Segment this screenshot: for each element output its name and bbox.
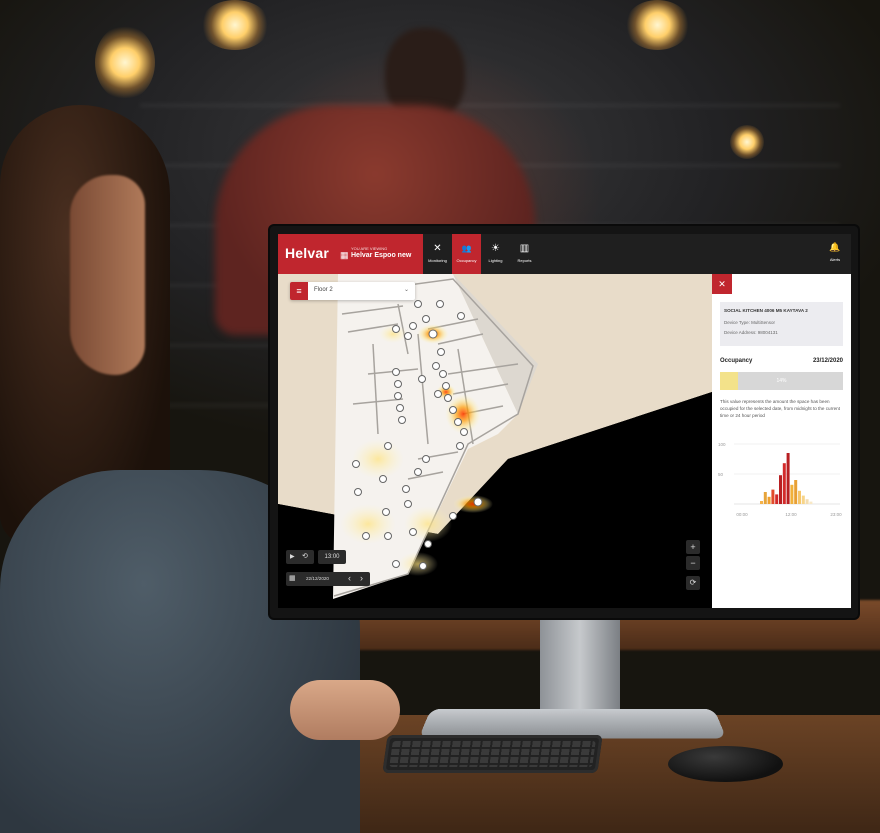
- nav-monitoring[interactable]: ✕ Monitoring: [423, 234, 452, 274]
- next-day-icon[interactable]: ›: [360, 573, 363, 583]
- site-menu-icon[interactable]: ▦: [340, 250, 349, 261]
- menu-icon[interactable]: ≡: [290, 282, 308, 300]
- nav-lighting[interactable]: ☀ Lighting: [481, 234, 510, 274]
- x-tick-label: 12:00: [785, 512, 797, 517]
- occupancy-bar-mark: [779, 475, 782, 504]
- alerts-label: Alerts: [829, 257, 841, 262]
- woman-face: [70, 175, 145, 375]
- nav-label: Occupancy: [456, 258, 477, 263]
- device-info-card: SOCIAL KITCHEN 4006 M5 KAYTAVA 2 Device …: [720, 302, 843, 346]
- occupancy-bar-mark: [786, 453, 790, 504]
- nav-reports[interactable]: ▥ Reports: [510, 234, 539, 274]
- occupancy-description: This value represents the amount the spa…: [720, 399, 841, 418]
- occupancy-label: Occupancy: [720, 358, 753, 364]
- occupancy-bar-mark: [798, 490, 801, 504]
- occupancy-bar-mark: [790, 484, 794, 504]
- alerts-button[interactable]: 🔔 Alerts: [825, 242, 845, 262]
- occupancy-bar-mark: [782, 463, 786, 504]
- helvar-app-screen: Helvar ▦ YOU ARE VIEWING Helvar Espoo ne…: [278, 234, 851, 608]
- occupancy-bar-mark: [775, 494, 779, 504]
- occupancy-bar: 14%: [720, 372, 843, 390]
- device-name: SOCIAL KITCHEN 4006 M5 KAYTAVA 2: [724, 308, 808, 313]
- zoom-in-button[interactable]: +: [686, 540, 700, 554]
- occupancy-percent: 14%: [776, 378, 787, 384]
- history-icon[interactable]: ⟲: [302, 552, 308, 560]
- helvar-logo: Helvar: [285, 245, 330, 261]
- people-icon: 👥: [461, 244, 472, 253]
- monitor-stand: [540, 612, 620, 722]
- zone-name: Floor 2: [314, 287, 333, 293]
- nav-label: Reports: [517, 258, 532, 263]
- play-icon[interactable]: ▶: [290, 553, 295, 560]
- tools-icon: ✕: [433, 243, 442, 254]
- x-tick-label: 23:00: [830, 512, 842, 517]
- nav-label: Monitoring: [428, 258, 447, 263]
- light-bulb: [95, 25, 155, 100]
- nav-occupancy[interactable]: 👥 Occupancy: [452, 234, 481, 274]
- brand-block: Helvar ▦ YOU ARE VIEWING Helvar Espoo ne…: [278, 234, 423, 274]
- selected-date[interactable]: 22/12/2020: [306, 576, 329, 581]
- occupancy-bar-mark: [805, 499, 809, 504]
- device-details-panel: ✕ SOCIAL KITCHEN 4006 M5 KAYTAVA 2 Devic…: [712, 274, 851, 608]
- date-picker: ▦ 22/12/2020 ‹ ›: [286, 572, 370, 586]
- y-tick-label: 100: [718, 442, 726, 447]
- nav-label: Lighting: [488, 258, 503, 263]
- time-display[interactable]: 13:00: [318, 550, 346, 564]
- device-address: Device Address: 98004131: [724, 330, 778, 335]
- woman-hand: [290, 680, 400, 740]
- light-bulb: [625, 0, 690, 50]
- device-type: Device Type: MultiSensor: [724, 320, 775, 325]
- occupancy-bar-mark: [809, 501, 813, 504]
- zoom-out-button[interactable]: −: [686, 556, 700, 570]
- reset-view-button[interactable]: ⟳: [686, 576, 700, 590]
- top-navigation-bar: Helvar ▦ YOU ARE VIEWING Helvar Espoo ne…: [278, 234, 851, 274]
- lighting-icon: ☀: [491, 243, 500, 254]
- occupancy-bar-mark: [760, 501, 763, 504]
- floor-plan-view[interactable]: ≡ Floor 2 ⌄ ▶ ⟲ 13:00 ▦ 22/12/2020 ‹ › +…: [278, 274, 712, 608]
- site-name[interactable]: Helvar Espoo new: [351, 252, 411, 259]
- monitor-stand-base: [418, 708, 727, 739]
- playback-controls: ▶ ⟲: [286, 550, 314, 564]
- close-icon[interactable]: ✕: [712, 274, 732, 294]
- bell-icon: 🔔: [829, 242, 841, 252]
- occupancy-date: 23/12/2020: [812, 358, 843, 364]
- monitor: Helvar ▦ YOU ARE VIEWING Helvar Espoo ne…: [270, 226, 858, 618]
- occupancy-bar-mark: [794, 480, 798, 504]
- office-photo-scene: Helvar ▦ YOU ARE VIEWING Helvar Espoo ne…: [0, 0, 880, 833]
- occupancy-bar-mark: [771, 489, 775, 504]
- light-bulb: [730, 125, 764, 159]
- computer-mouse: [668, 746, 783, 782]
- x-tick-label: 00:00: [736, 512, 748, 517]
- occupancy-bar-mark: [801, 495, 805, 504]
- chevron-down-icon: ⌄: [403, 287, 409, 293]
- occupancy-bar-mark: [763, 492, 767, 504]
- occupancy-histogram: 100 50 00:00 12:00 23:00: [718, 442, 842, 517]
- y-tick-label: 50: [718, 472, 724, 477]
- reports-icon: ▥: [519, 243, 530, 254]
- viewing-label: YOU ARE VIEWING: [351, 246, 388, 251]
- occupancy-bar-mark: [767, 496, 771, 504]
- light-bulb: [200, 0, 270, 50]
- zone-selector[interactable]: ≡ Floor 2 ⌄: [290, 282, 415, 300]
- keyboard: [382, 735, 603, 773]
- prev-day-icon[interactable]: ‹: [348, 573, 351, 583]
- calendar-icon[interactable]: ▦: [289, 574, 296, 582]
